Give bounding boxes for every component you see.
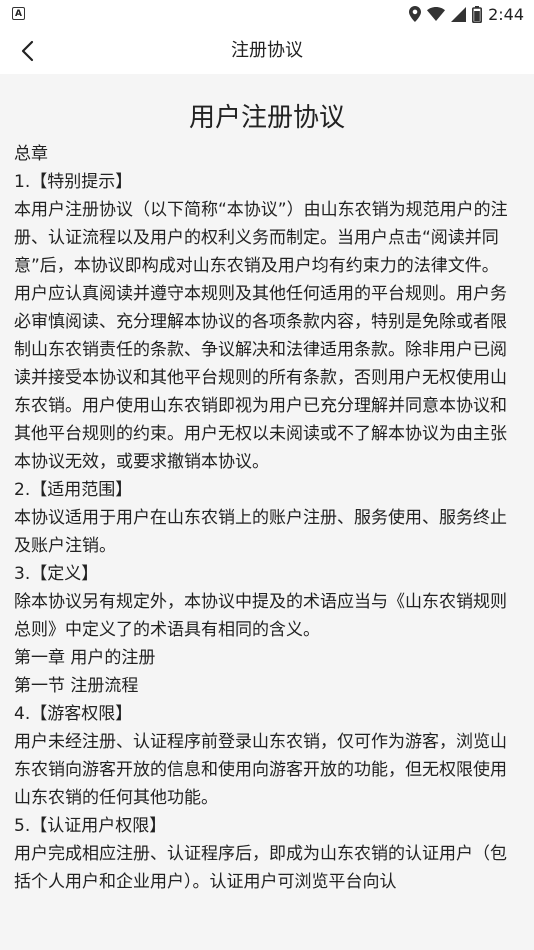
notification-a-icon: A — [12, 7, 25, 20]
battery-icon — [472, 5, 483, 23]
paragraph: 用户应认真阅读并遵守本规则及其他任何适用的平台规则。用户务必审慎阅读、充分理解本… — [14, 284, 507, 472]
paragraph: 2.【适用范围】 — [14, 480, 133, 500]
paragraph: 3.【定义】 — [14, 564, 99, 584]
paragraph: 除本协议另有规定外，本协议中提及的术语应当与《山东农销规则总则》中定义了的术语具… — [14, 592, 507, 640]
paragraph: 4.【游客权限】 — [14, 704, 133, 724]
status-bar: A 2:44 — [0, 0, 534, 28]
paragraph: 第一章 用户的注册 — [14, 648, 156, 668]
paragraph: 总章 — [14, 144, 48, 164]
page-title: 注册协议 — [231, 40, 303, 61]
wifi-icon — [427, 7, 446, 21]
signal-icon — [451, 6, 467, 22]
document-title: 用户注册协议 — [188, 103, 345, 133]
paragraph: 本协议适用于用户在山东农销上的账户注册、服务使用、服务终止及账户注销。 — [14, 508, 507, 556]
paragraph: 本用户注册协议（以下简称“本协议”）由山东农销为规范用户的注册、认证流程以及用户… — [14, 200, 508, 276]
location-icon — [409, 6, 422, 22]
chevron-left-icon — [21, 40, 34, 62]
paragraph: 用户未经注册、认证程序前登录山东农销，仅可作为游客，浏览山东农销向游客开放的信息… — [14, 732, 507, 808]
status-icons: 2:44 — [409, 3, 524, 25]
paragraph: 5.【认证用户权限】 — [14, 816, 167, 836]
agreement-scroll-area[interactable]: 用户注册协议 总章 1.【特别提示】 本用户注册协议（以下简称“本协议”）由山东… — [0, 74, 534, 950]
nav-bar: 注册协议 — [0, 28, 534, 74]
status-time: 2:44 — [488, 4, 524, 24]
back-button[interactable] — [10, 34, 44, 68]
paragraph: 用户完成相应注册、认证程序后，即成为山东农销的认证用户（包括个人用户和企业用户）… — [14, 844, 507, 892]
paragraph: 第一节 注册流程 — [14, 676, 139, 696]
paragraph: 1.【特别提示】 — [14, 172, 133, 192]
